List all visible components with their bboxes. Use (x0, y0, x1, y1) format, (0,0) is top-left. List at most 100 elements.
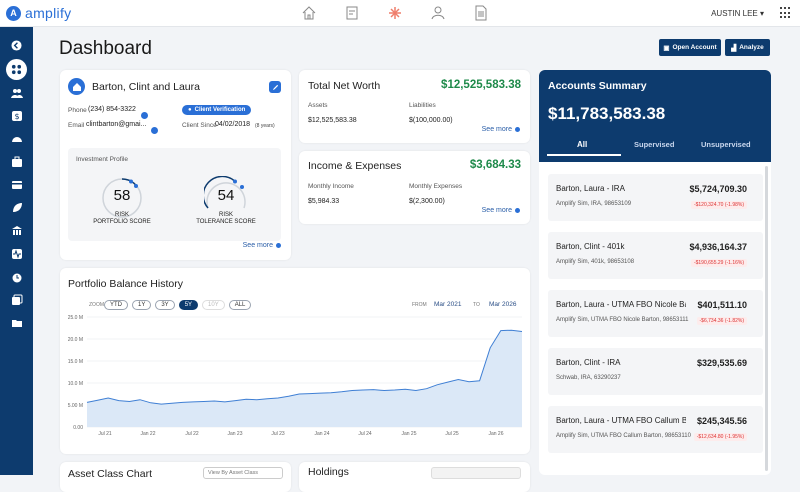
account-amount: $245,345.56 (696, 416, 747, 426)
net-worth-see-more-link[interactable]: See more (482, 126, 520, 133)
people-icon[interactable] (429, 4, 447, 22)
open-account-label: Open Account (672, 44, 717, 51)
account-amount: $5,724,709.30 (689, 184, 747, 194)
client-since-value: 04/02/2018 (215, 121, 251, 128)
y-tick-label: 5.00 M (68, 403, 83, 409)
zoom-option-5y[interactable]: 5Y (178, 300, 199, 310)
asset-view-select[interactable]: View By Asset Class (203, 467, 283, 479)
account-item[interactable]: Barton, Laura - UTMA FBO Nicole Bart... … (548, 290, 763, 337)
x-tick-label: Jan 22 (140, 431, 155, 437)
client-since-label: Client Since (182, 122, 217, 129)
money-icon[interactable]: $ (9, 108, 24, 123)
folder-icon[interactable] (9, 315, 24, 330)
monthly-income-value: $5,984.33 (308, 198, 340, 205)
email-icon[interactable] (151, 121, 158, 139)
client-name: Barton, Clint and Laura (92, 81, 200, 93)
zoom-option-all[interactable]: ALL (228, 300, 252, 310)
risk-tolerance-label2: TOLERANCE SCORE (196, 219, 256, 225)
x-tick-label: Jan 24 (314, 431, 329, 437)
account-amount: $4,936,164.37 (689, 242, 747, 252)
x-tick-label: Jan 25 (401, 431, 416, 437)
zoom-option-10y[interactable]: 10Y (202, 300, 225, 310)
users-icon[interactable] (9, 85, 24, 100)
logo[interactable]: A amplify (6, 5, 71, 21)
to-label: TO (473, 302, 480, 308)
dashboard-gauge-icon[interactable] (9, 131, 24, 146)
page-title: Dashboard (59, 38, 152, 59)
list-document-icon[interactable] (472, 4, 490, 22)
client-since-years: (8 years) (255, 123, 275, 129)
sidebar: $ (0, 27, 33, 475)
edit-client-icon[interactable] (269, 81, 281, 93)
accounts-summary-title: Accounts Summary (548, 80, 647, 92)
tab-all[interactable]: All (577, 140, 587, 149)
risk-tolerance-value: 54 (217, 187, 235, 204)
open-account-button[interactable]: ▣ Open Account (659, 39, 721, 56)
pulse-icon[interactable] (9, 246, 24, 261)
email-value: clintbarton@gmai... (86, 121, 147, 128)
logo-mark: A (6, 5, 21, 21)
account-item[interactable]: Barton, Laura - IRA $5,724,709.30 Amplif… (548, 174, 763, 221)
analyze-button[interactable]: ▟ Analyze (725, 39, 770, 56)
from-date-input[interactable]: Mar 2021 (434, 301, 461, 308)
account-item[interactable]: Barton, Clint - IRA $329,535.69 Schwab, … (548, 348, 763, 395)
liabilities-value: $(100,000.00) (409, 117, 453, 124)
zoom-label: ZOOM (89, 302, 104, 308)
x-tick-label: Jul 21 (98, 431, 112, 437)
svg-text:$: $ (14, 112, 19, 121)
investment-profile-title: Investment Profile (76, 156, 129, 163)
risk-tolerance-label1: RISK (218, 212, 233, 218)
investment-profile: Investment Profile 58 RISK PORTFOLIO SCO… (68, 148, 281, 241)
income-see-more-label: See more (481, 207, 512, 214)
card-icon[interactable] (9, 177, 24, 192)
accounts-summary-total: $11,783,583.38 (548, 104, 666, 123)
client-card: Barton, Clint and Laura Phone (234) 854-… (60, 70, 291, 260)
x-tick-label: Jul 24 (358, 431, 372, 437)
income-expenses-card: Income & Expenses $3,684.33 Monthly Inco… (299, 151, 530, 224)
account-details: Amplify Sim, UTMA FBO Nicole Barton, 986… (556, 317, 689, 323)
to-date-input[interactable]: Mar 2026 (489, 301, 516, 308)
risk-portfolio-value: 58 (113, 187, 131, 204)
risk-portfolio-label1: RISK (114, 212, 129, 218)
accounts-scrollbar[interactable] (765, 166, 768, 471)
tab-all-indicator (547, 154, 621, 156)
alarm-icon[interactable] (9, 269, 24, 284)
client-see-more-label: See more (242, 242, 273, 249)
account-amount: $329,535.69 (696, 358, 747, 368)
from-label: FROM (412, 302, 427, 308)
x-tick-label: Jan 23 (227, 431, 242, 437)
analyze-label: Analyze (739, 44, 764, 51)
x-tick-label: Jul 23 (271, 431, 285, 437)
income-see-more-link[interactable]: See more (482, 207, 520, 214)
user-menu[interactable]: AUSTIN LEE ▾ (711, 9, 764, 18)
client-verification-badge[interactable]: ● Client Verification (182, 105, 252, 115)
account-name: Barton, Laura - UTMA FBO Nicole Bart... (556, 300, 686, 309)
net-worth-card: Total Net Worth $12,525,583.38 Assets $1… (299, 70, 530, 143)
apps-grid-icon[interactable] (6, 59, 27, 80)
tab-unsupervised[interactable]: Unsupervised (701, 140, 751, 149)
chevron-right-icon (515, 127, 520, 132)
account-item[interactable]: Barton, Clint - 401k $4,936,164.37 Ampli… (548, 232, 763, 279)
document-edit-icon[interactable] (343, 4, 361, 22)
account-item[interactable]: Barton, Laura - UTMA FBO Callum Bar... $… (548, 406, 763, 453)
zoom-options: YTD 1Y 3Y 5Y 10Y ALL (104, 300, 252, 310)
cards-stack-icon[interactable] (9, 292, 24, 307)
asterisk-icon[interactable] (386, 4, 404, 22)
zoom-option-3y[interactable]: 3Y (155, 300, 175, 310)
tab-supervised[interactable]: Supervised (634, 140, 674, 149)
bank-icon[interactable] (9, 223, 24, 238)
back-arrow-icon[interactable] (9, 38, 24, 53)
app-grid-icon[interactable] (780, 7, 792, 19)
net-worth-see-more-label: See more (481, 126, 512, 133)
home-icon[interactable] (300, 4, 318, 22)
zoom-option-ytd[interactable]: YTD (104, 300, 128, 310)
history-title: Portfolio Balance History (68, 278, 183, 290)
monthly-expenses-value: $(2,300.00) (409, 198, 445, 205)
leaf-icon[interactable] (9, 200, 24, 215)
net-worth-value: $12,525,583.38 (441, 79, 521, 91)
holdings-search-input[interactable] (431, 467, 521, 479)
client-see-more-link[interactable]: See more (243, 242, 281, 249)
briefcase-icon[interactable] (9, 154, 24, 169)
account-name: Barton, Clint - IRA (556, 358, 621, 367)
zoom-option-1y[interactable]: 1Y (132, 300, 152, 310)
